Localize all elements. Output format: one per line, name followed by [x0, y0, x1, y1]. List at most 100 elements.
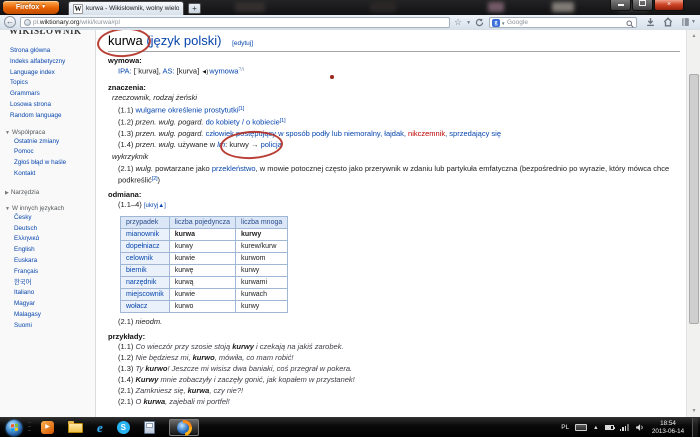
home-icon[interactable] [663, 17, 673, 27]
firefox-taskbar-button[interactable] [169, 419, 199, 436]
minimize-button[interactable] [610, 0, 631, 11]
text-span: (1.1) [118, 105, 136, 114]
text-span: przen. wulg. [136, 140, 176, 149]
wiki-link[interactable]: lm [217, 140, 225, 149]
sidebar-link[interactable]: Pomoc [14, 147, 95, 158]
scrollbar-thumb[interactable] [689, 74, 699, 324]
site-identity-icon[interactable] [24, 19, 31, 26]
reload-icon[interactable] [475, 18, 484, 27]
skype-icon[interactable]: S [117, 421, 130, 434]
chevron-down-icon: ▼ [41, 4, 46, 10]
wiki-link[interactable]: wymowa [207, 67, 238, 76]
calculator-icon[interactable] [144, 421, 155, 434]
sidebar-link[interactable]: Kontakt [14, 169, 95, 180]
footnote-ref[interactable]: [1] [238, 106, 244, 112]
show-desktop-button[interactable] [692, 418, 698, 437]
sidebar-link[interactable]: Topics [10, 78, 95, 89]
redlink[interactable]: nikczemnik [408, 129, 445, 138]
bookmarks-menu-button[interactable]: ▼ [681, 17, 696, 27]
back-button[interactable]: ← [4, 16, 16, 28]
interwiki-link[interactable]: Italiano [14, 288, 95, 299]
wiki-link[interactable]: człowiek postępujący w sposób podły lub … [203, 129, 408, 138]
scroll-up-arrow-icon[interactable]: ▲ [688, 31, 700, 42]
internet-explorer-icon[interactable]: e [97, 419, 103, 437]
case-link[interactable]: wołacz [121, 300, 170, 312]
column-header[interactable]: liczba pojedyncza [169, 216, 235, 228]
keyboard-layout-icon[interactable] [575, 424, 587, 431]
hidden-icons-arrow-icon[interactable]: ▲ [593, 425, 598, 431]
maximize-button[interactable] [632, 0, 653, 11]
wiktionary-logo[interactable]: WIKISŁOWNIK [9, 30, 95, 37]
network-signal-icon[interactable] [620, 424, 629, 431]
interwiki-link[interactable]: English [14, 245, 95, 256]
interwiki-link[interactable]: Česky [14, 213, 95, 224]
bookmark-star-icon[interactable]: ☆ [454, 17, 462, 28]
wiki-link[interactable]: AS: [162, 67, 174, 76]
sidebar-link[interactable]: Grammars [10, 89, 95, 100]
interwiki-link[interactable]: Deutsch [14, 224, 95, 235]
explorer-icon[interactable] [68, 423, 83, 433]
case-link[interactable]: celownik [121, 252, 170, 264]
search-icon[interactable] [626, 20, 634, 28]
sidebar-link[interactable]: Losowa strona [10, 100, 95, 111]
plural-cell: kurwy [236, 300, 288, 312]
interwiki-link[interactable]: Ελληνικά [14, 234, 95, 245]
google-engine-icon[interactable]: g [492, 19, 500, 27]
downloads-icon[interactable] [646, 17, 655, 27]
edit-link[interactable]: [edytuj] [232, 40, 253, 47]
interwiki-link[interactable]: Français [14, 267, 95, 278]
interwiki-link[interactable]: Suomi [14, 321, 95, 332]
hide-table-link[interactable]: [ukryj▲] [144, 203, 166, 209]
media-player-icon[interactable]: ▶ [41, 421, 54, 434]
battery-icon[interactable] [605, 425, 614, 430]
firefox-menu-button[interactable]: Firefox ▼ [3, 1, 59, 14]
sidebar-section-narzedzia[interactable]: ▶Narzędzia [5, 189, 95, 196]
case-link[interactable]: biernik [121, 264, 170, 276]
footnote-ref[interactable]: [1] [280, 118, 286, 124]
case-link[interactable]: mianownik [121, 228, 170, 240]
new-tab-button[interactable]: + [188, 3, 201, 14]
sidebar-link[interactable]: Language index [10, 68, 95, 79]
language-indicator[interactable]: PL [561, 424, 569, 431]
interwiki-link[interactable]: Euskara [14, 256, 95, 267]
taskbar-clock[interactable]: 18:54 2013-06-14 [650, 420, 686, 436]
wiki-link[interactable]: przekleństwo [212, 164, 256, 173]
taskbar: ▶ e S PL ▲ 18:54 2013-06-14 [0, 417, 700, 437]
title-language-link[interactable]: (język polski) [146, 33, 221, 48]
scrollbar[interactable]: ▲ ▼ [686, 30, 700, 418]
case-link[interactable]: dopełniacz [121, 240, 170, 252]
sidebar-link[interactable]: Strona główna [10, 46, 95, 57]
wiki-link[interactable]: wulgarne określenie prostytutki [136, 105, 239, 114]
interwiki-link[interactable]: Malagasy [14, 310, 95, 321]
text-span: kurwa [143, 397, 165, 406]
sidebar-wspolpraca-list: Ostatnie zmianyPomocZgłoś błąd w haśleKo… [0, 137, 95, 180]
wiki-link[interactable]: policja [261, 140, 282, 149]
chevron-down-icon[interactable]: ▼ [501, 21, 505, 26]
chevron-down-icon[interactable]: ▼ [466, 20, 471, 26]
sidebar-link[interactable]: Indeks alfabetyczny [10, 57, 95, 68]
column-header[interactable]: liczba mnoga [236, 216, 288, 228]
interwiki-link[interactable]: 한국어 [14, 278, 95, 289]
column-header[interactable]: przypadek [121, 216, 170, 228]
url-bar[interactable]: pl.wiktionary.org/wiki/kurwa#pl [20, 17, 450, 28]
close-button[interactable]: × [654, 0, 684, 11]
browser-tab[interactable]: W kurwa - Wikisłownik, wolny wielojęzycz… [68, 1, 184, 15]
wiki-link[interactable]: , sprzedający się [445, 129, 501, 138]
wiki-link[interactable]: do kobiety / o kobiecie [203, 117, 279, 126]
interwiki-link[interactable]: Magyar [14, 299, 95, 310]
title-word: kurwa [108, 33, 143, 48]
scroll-down-arrow-icon[interactable]: ▼ [688, 406, 700, 417]
inflection-toggle-line: (1.1–4) [ukryj▲] [118, 199, 680, 213]
case-link[interactable]: miejscownik [121, 288, 170, 300]
volume-icon[interactable] [635, 423, 644, 432]
case-link[interactable]: narzędnik [121, 276, 170, 288]
sidebar-link[interactable]: Ostatnie zmiany [14, 137, 95, 148]
search-input[interactable] [507, 18, 619, 27]
sidebar-section-wspolpraca[interactable]: ▼Współpraca [5, 129, 95, 136]
wiki-link[interactable]: IPA: [118, 67, 132, 76]
search-box[interactable]: g ▼ [489, 17, 637, 28]
sidebar-link[interactable]: Random language [10, 111, 95, 122]
start-button[interactable] [6, 420, 22, 436]
sidebar-section-languages[interactable]: ▼W innych językach [5, 205, 95, 212]
sidebar-link[interactable]: Zgłoś błąd w haśle [14, 158, 95, 169]
